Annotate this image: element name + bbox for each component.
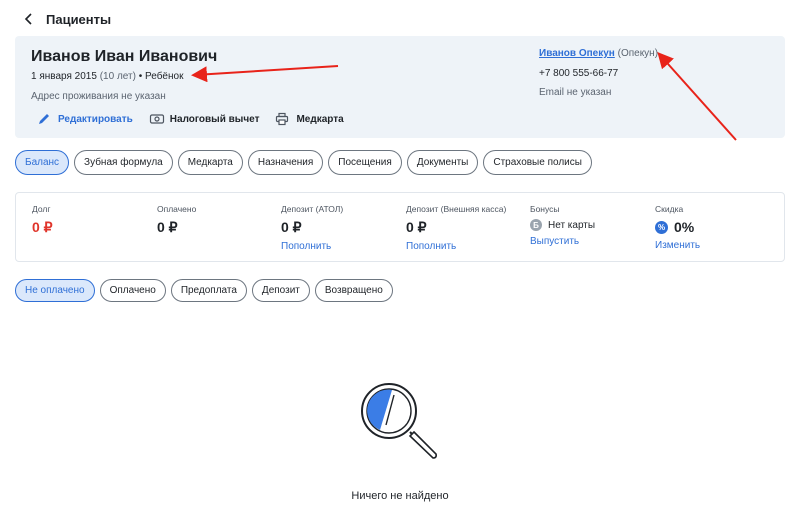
patient-name: Иванов Иван Иванович	[31, 48, 218, 65]
guardian-role: (Опекун)	[617, 48, 659, 59]
patient-age: (10 лет)	[99, 71, 136, 82]
guardian-info: Иванов Опекун (Опекун)	[539, 48, 658, 59]
discount-change-link[interactable]: Изменить	[655, 240, 700, 251]
patient-tabs: Баланс Зубная формула Медкарта Назначени…	[15, 150, 592, 175]
discount-value: 0%	[674, 219, 695, 235]
pencil-icon	[37, 112, 51, 126]
guardian-phone: +7 800 555-66-77	[539, 68, 619, 79]
tab-dental-chart[interactable]: Зубная формула	[74, 150, 173, 175]
edit-button[interactable]: Редактировать	[37, 112, 133, 126]
filter-deposit[interactable]: Депозит	[251, 279, 310, 302]
tab-prescriptions[interactable]: Назначения	[247, 150, 324, 175]
bonuses-value-row: Б Нет карты	[530, 219, 595, 231]
balance-panel: Долг 0 ₽ Оплачено 0 ₽ Депозит (АТОЛ) 0 ₽…	[15, 192, 785, 262]
edit-button-label: Редактировать	[58, 113, 133, 125]
balance-debt: Долг 0 ₽	[32, 204, 53, 236]
medcard-button[interactable]: Медкарта	[275, 112, 344, 126]
tax-deduction-button[interactable]: Налоговый вычет	[149, 112, 260, 126]
bonuses-value: Нет карты	[548, 219, 596, 231]
balance-discount: Скидка % 0% Изменить	[655, 204, 700, 251]
bonuses-issue-link[interactable]: Выпустить	[530, 236, 595, 247]
balance-paid: Оплачено 0 ₽	[157, 204, 196, 236]
patient-actions: Редактировать Налоговый вычет Медкарта	[37, 111, 344, 127]
percent-icon: %	[655, 220, 668, 234]
debt-label: Долг	[32, 204, 51, 214]
paid-label: Оплачено	[157, 204, 197, 214]
deposit-atol-value: 0 ₽	[281, 219, 302, 235]
back-arrow-icon[interactable]	[22, 12, 36, 26]
tax-deduction-icon	[149, 112, 164, 126]
patient-category: Ребёнок	[145, 71, 184, 82]
discount-label: Скидка	[655, 204, 684, 214]
bonuses-label: Бонусы	[530, 204, 560, 214]
filter-returned[interactable]: Возвращено	[314, 279, 393, 302]
filter-paid[interactable]: Оплачено	[99, 279, 166, 302]
patient-card: Иванов Иван Иванович 1 января 2015 (10 л…	[15, 36, 785, 138]
filter-prepayment[interactable]: Предоплата	[170, 279, 247, 302]
deposit-external-label: Депозит (Внешняя касса)	[406, 204, 507, 214]
bonus-card-icon: Б	[530, 219, 542, 231]
empty-state-text: Ничего не найдено	[351, 490, 449, 502]
balance-deposit-atol: Депозит (АТОЛ) 0 ₽ Пополнить	[281, 204, 343, 252]
header: Пациенты	[22, 9, 111, 29]
magnifier-empty-icon	[356, 378, 442, 464]
deposit-atol-label: Депозит (АТОЛ)	[281, 204, 344, 214]
medcard-button-label: Медкарта	[296, 113, 344, 125]
birth-date: 1 января 2015	[31, 71, 97, 82]
page-title: Пациенты	[46, 11, 112, 27]
guardian-email: Email не указан	[539, 87, 612, 98]
balance-deposit-external: Депозит (Внешняя касса) 0 ₽ Пополнить	[406, 204, 506, 252]
tab-documents[interactable]: Документы	[406, 150, 479, 175]
deposit-atol-topup-link[interactable]: Пополнить	[281, 241, 343, 252]
patient-birth-info: 1 января 2015 (10 лет) • Ребёнок	[31, 71, 183, 82]
filter-unpaid[interactable]: Не оплачено	[15, 279, 95, 302]
payment-filters: Не оплачено Оплачено Предоплата Депозит …	[15, 279, 393, 302]
deposit-external-topup-link[interactable]: Пополнить	[406, 241, 506, 252]
debt-value: 0 ₽	[32, 219, 53, 235]
printer-icon	[275, 112, 289, 126]
tax-deduction-label: Налоговый вычет	[169, 113, 260, 125]
tab-insurance[interactable]: Страховые полисы	[483, 150, 592, 175]
paid-value: 0 ₽	[157, 219, 178, 235]
tab-visits[interactable]: Посещения	[328, 150, 402, 175]
tab-balance[interactable]: Баланс	[15, 150, 70, 175]
balance-bonuses: Бонусы Б Нет карты Выпустить	[530, 204, 595, 247]
tab-medcard[interactable]: Медкарта	[177, 150, 243, 175]
separator-dot: •	[138, 71, 143, 82]
deposit-external-value: 0 ₽	[406, 219, 427, 235]
guardian-link[interactable]: Иванов Опекун	[539, 48, 615, 59]
discount-value-row: % 0%	[655, 219, 700, 235]
patient-address: Адрес проживания не указан	[31, 91, 166, 102]
